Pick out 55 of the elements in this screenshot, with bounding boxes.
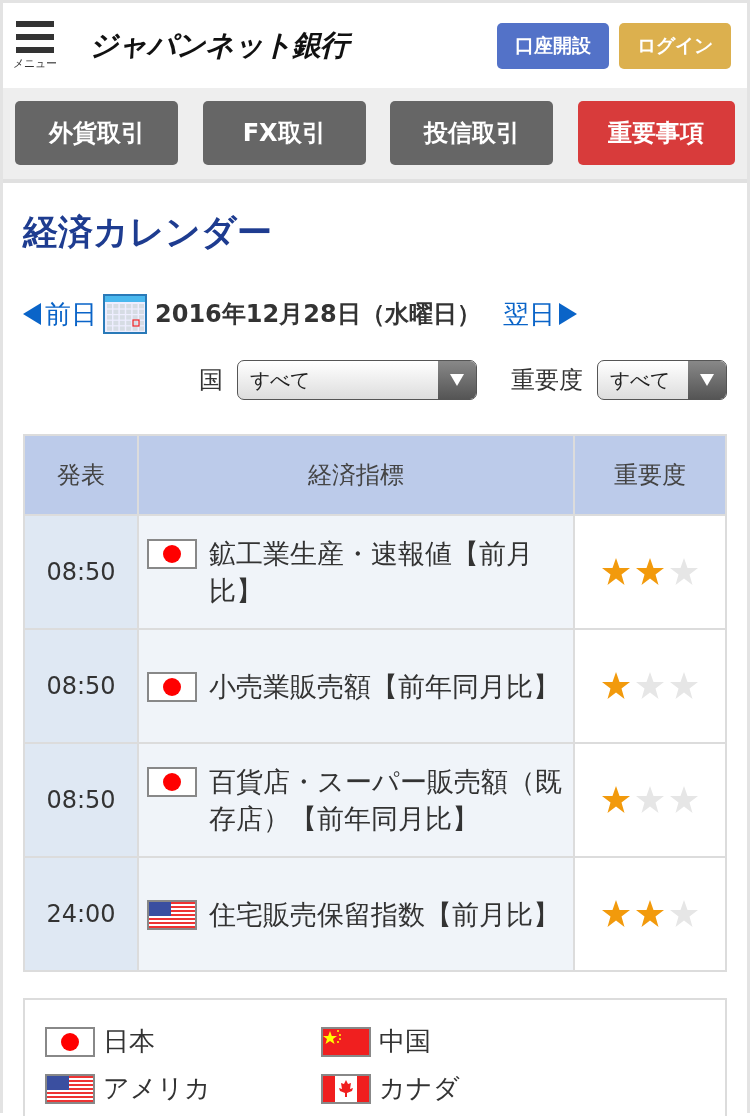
empty-star-icon	[635, 672, 665, 700]
flag-icon	[45, 1026, 95, 1057]
filled-star-icon	[635, 900, 665, 928]
empty-star-icon	[669, 558, 699, 586]
dropdown-arrow-icon	[450, 374, 464, 386]
nav-button[interactable]: FX取引	[202, 101, 366, 165]
filter-dropdown[interactable]: すべて	[597, 360, 727, 400]
country-name: カナダ	[379, 1072, 460, 1105]
filled-star-icon	[601, 786, 631, 814]
next-day-link[interactable]: 翌日	[502, 296, 577, 332]
time-cell: 08:50	[24, 629, 138, 743]
country-name: アメリカ	[103, 1072, 211, 1105]
indicator-name: 住宅販売保留指数【前月比】	[209, 897, 560, 932]
filter-dropdown[interactable]: すべて	[237, 360, 477, 400]
flag-icon	[147, 671, 197, 702]
flag-icon	[45, 1073, 95, 1104]
dropdown-arrow-icon	[700, 374, 714, 386]
calendar-icon[interactable]	[103, 294, 147, 334]
open-account-button[interactable]: 口座開設	[497, 22, 609, 69]
previous-day-link[interactable]: 前日	[23, 296, 97, 332]
column-header: 重要度	[574, 435, 726, 515]
flag-icon	[147, 899, 197, 930]
nav-button[interactable]: 投信取引	[390, 101, 554, 165]
indicator-name: 百貨店・スーパー販売額（既存店）【前年同月比】	[209, 765, 563, 836]
empty-star-icon	[669, 786, 699, 814]
country-name: 中国	[379, 1025, 431, 1058]
filled-star-icon	[635, 558, 665, 586]
nav-button[interactable]: 外貨取引	[15, 101, 178, 165]
left-triangle-icon	[23, 303, 41, 325]
indicator-name: 鉱工業生産・速報値【前月比】	[209, 537, 534, 608]
empty-star-icon	[669, 900, 699, 928]
column-header: 経済指標	[138, 435, 574, 515]
filled-star-icon	[601, 900, 631, 928]
filled-star-icon	[601, 672, 631, 700]
filter-label: 国	[199, 365, 223, 396]
empty-star-icon	[669, 672, 699, 700]
flag-icon	[321, 1026, 371, 1057]
flag-icon	[147, 539, 197, 569]
filled-star-icon	[601, 558, 631, 586]
right-triangle-icon	[558, 303, 577, 325]
page-title: 経済カレンダー	[23, 211, 273, 254]
menu-button[interactable]: メニュー	[11, 20, 59, 71]
empty-star-icon	[635, 786, 665, 814]
time-cell: 08:50	[24, 515, 138, 629]
filter-label: 重要度	[511, 365, 583, 396]
menu-icon	[16, 20, 54, 53]
country-name: 日本	[103, 1025, 155, 1058]
time-cell: 24:00	[24, 857, 138, 971]
time-cell: 08:50	[24, 743, 138, 857]
nav-button[interactable]: 重要事項	[577, 101, 735, 165]
flag-icon	[321, 1073, 371, 1104]
indicator-name: 小売業販売額【前年同月比】	[209, 669, 560, 704]
current-date: 2016年12月28日（水曜日）	[155, 299, 481, 330]
column-header: 発表	[24, 435, 138, 515]
flag-icon	[147, 767, 197, 797]
